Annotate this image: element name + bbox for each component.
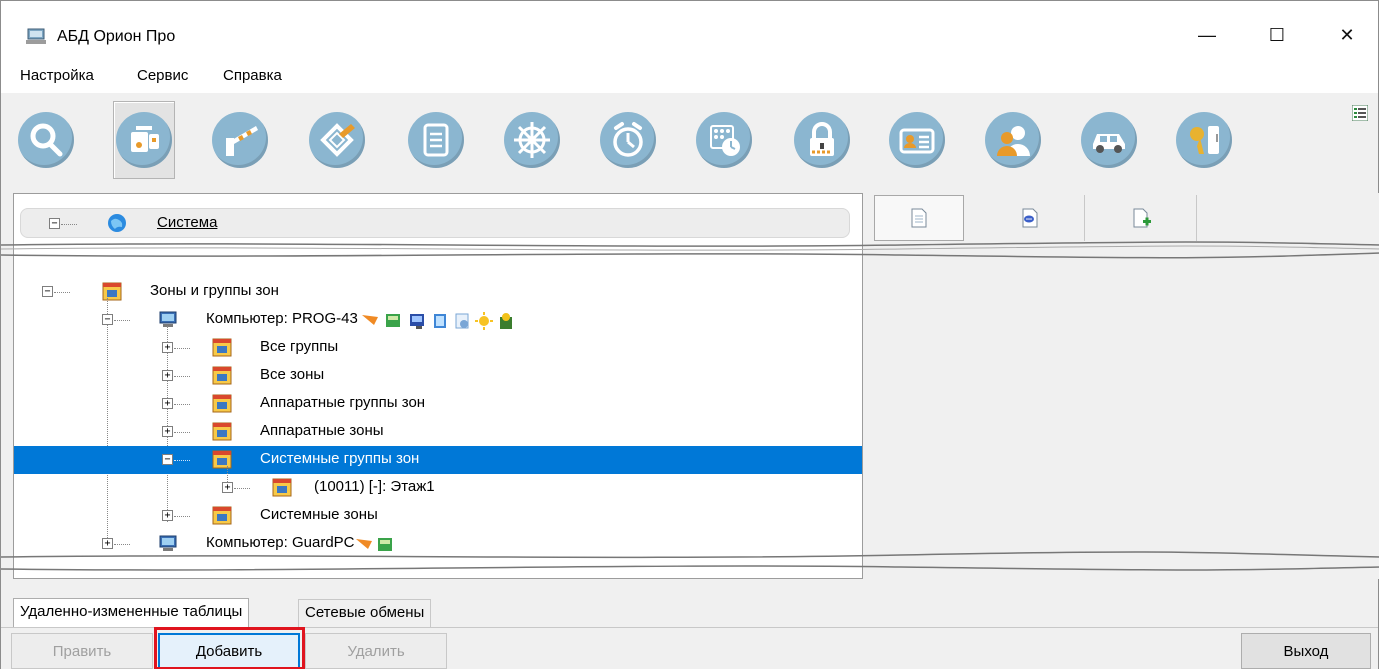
main-window: АБД Орион Про — ☐ ✕ Настройка Сервис Спр…: [0, 0, 1379, 669]
alarm-clock-icon: [613, 122, 643, 157]
expand-icon[interactable]: +: [162, 510, 173, 521]
expand-icon[interactable]: +: [162, 426, 173, 437]
toolbar-id-card-button[interactable]: [886, 101, 948, 179]
toolbar-schedule-button[interactable]: [693, 101, 755, 179]
menu-service[interactable]: Сервис: [137, 67, 188, 84]
tree-node-label: Аппаратные зоны: [260, 422, 384, 439]
bottom-bar: Править Добавить Удалить Выход: [1, 627, 1378, 669]
search-icon: [30, 123, 63, 157]
menu-bar: Настройка Сервис Справка: [1, 59, 1378, 93]
tree-node-system-zones[interactable]: + Системные зоны: [14, 502, 862, 530]
zone-calendar-icon: [212, 394, 232, 413]
tree-node-label: Системные зоны: [260, 506, 378, 523]
tree-node-label: Зоны и группы зон: [150, 282, 279, 299]
toolbar-floor-plan-button[interactable]: [306, 101, 368, 179]
tear-line-top-2: [1, 252, 1379, 259]
toolbar-users-button[interactable]: [982, 101, 1044, 179]
comment-button[interactable]: [975, 195, 1085, 241]
zone-calendar-icon: [272, 478, 292, 497]
id-card-icon: [899, 128, 935, 154]
zone-calendar-icon: [212, 506, 232, 525]
maximize-button[interactable]: ☐: [1254, 15, 1300, 55]
tree-node-all-groups[interactable]: + Все группы: [14, 334, 862, 362]
barrier-icon: [226, 126, 258, 156]
toolbar-documents-button[interactable]: [405, 101, 467, 179]
document-comment-icon: [1022, 208, 1037, 228]
toolbar-devices-button[interactable]: [113, 101, 175, 179]
toolbar-car-button[interactable]: [1078, 101, 1140, 179]
menu-settings[interactable]: Настройка: [20, 67, 94, 84]
toolbar: [1, 93, 1378, 189]
tree-node-label: Системные группы зон: [260, 450, 420, 467]
edit-button[interactable]: Править: [11, 633, 153, 669]
tree-node-all-zones[interactable]: + Все зоны: [14, 362, 862, 390]
tree-node-floor1[interactable]: + (10011) [-]: Этаж1: [14, 474, 862, 502]
add-button[interactable]: Добавить: [158, 633, 300, 669]
collapse-icon[interactable]: −: [162, 454, 173, 465]
collapse-icon[interactable]: −: [102, 314, 113, 325]
tree-node-computer-prog43[interactable]: − Компьютер: PROG-43: [14, 306, 862, 334]
expand-icon[interactable]: +: [162, 370, 173, 381]
tree-node-label: Компьютер: PROG-43: [206, 310, 358, 327]
tab-remote-tables[interactable]: Удаленно-измененные таблицы: [13, 598, 250, 628]
new-document-button[interactable]: [1087, 195, 1197, 241]
collapse-icon[interactable]: −: [42, 286, 53, 297]
delete-button[interactable]: Удалить: [305, 633, 447, 669]
tear-line-bottom-2: [1, 565, 1379, 571]
car-icon: [1093, 134, 1125, 153]
menu-help[interactable]: Справка: [223, 67, 282, 84]
toolbar-search-button[interactable]: [15, 101, 77, 179]
app-icon: [26, 28, 46, 44]
floor-plan-icon: [320, 123, 355, 157]
zone-calendar-icon: [212, 338, 232, 357]
status-indicators-icon: [362, 312, 512, 330]
exit-button[interactable]: Выход: [1241, 633, 1371, 669]
toolbar-key-button[interactable]: [1173, 101, 1235, 179]
document-icon: [911, 208, 927, 228]
title-bar: АБД Орион Про — ☐ ✕: [1, 1, 1378, 59]
wheel-icon: [514, 122, 550, 158]
tab-network-exchange[interactable]: Сетевые обмены: [298, 599, 432, 627]
document-list-icon: [423, 123, 449, 157]
tree-node-zones[interactable]: − Зоны и группы зон: [14, 278, 862, 306]
zone-calendar-icon: [212, 450, 232, 469]
globe-icon: [108, 214, 126, 232]
document-add-icon: [1133, 208, 1151, 228]
expand-icon[interactable]: +: [222, 482, 233, 493]
lock-icon: [810, 122, 834, 156]
zone-calendar-icon: [212, 422, 232, 441]
devices-icon: [131, 126, 159, 152]
tree-root[interactable]: − Система: [20, 208, 850, 238]
tree-root-label: Система: [157, 214, 218, 231]
list-view-icon[interactable]: [1352, 105, 1368, 121]
toolbar-barrier-button[interactable]: [209, 101, 271, 179]
computer-icon: [159, 311, 177, 327]
expand-icon[interactable]: +: [162, 398, 173, 409]
collapse-icon[interactable]: −: [49, 218, 60, 229]
schedule-icon: [710, 125, 740, 156]
key-icon: [1190, 126, 1219, 154]
toolbar-wheel-button[interactable]: [501, 101, 563, 179]
minimize-button[interactable]: —: [1184, 15, 1230, 55]
tree-node-system-zone-groups[interactable]: − Системные группы зон: [14, 446, 862, 474]
expand-icon[interactable]: +: [102, 538, 113, 549]
tree-node-hw-zones[interactable]: + Аппаратные зоны: [14, 418, 862, 446]
users-icon: [997, 126, 1030, 156]
zone-calendar-icon: [102, 282, 122, 301]
tree-node-label: Все группы: [260, 338, 339, 355]
tree-node-label: Аппаратные группы зон: [260, 394, 426, 411]
window-title: АБД Орион Про: [57, 28, 176, 45]
close-button[interactable]: ✕: [1324, 15, 1370, 55]
tree-node-hw-zone-groups[interactable]: + Аппаратные группы зон: [14, 390, 862, 418]
toolbar-lock-button[interactable]: [791, 101, 853, 179]
view-document-button[interactable]: [874, 195, 964, 241]
tree-node-label: Все зоны: [260, 366, 325, 383]
zone-calendar-icon: [212, 366, 232, 385]
toolbar-alarm-clock-button[interactable]: [597, 101, 659, 179]
expand-icon[interactable]: +: [162, 342, 173, 353]
tree-node-label: (10011) [-]: Этаж1: [314, 478, 435, 495]
